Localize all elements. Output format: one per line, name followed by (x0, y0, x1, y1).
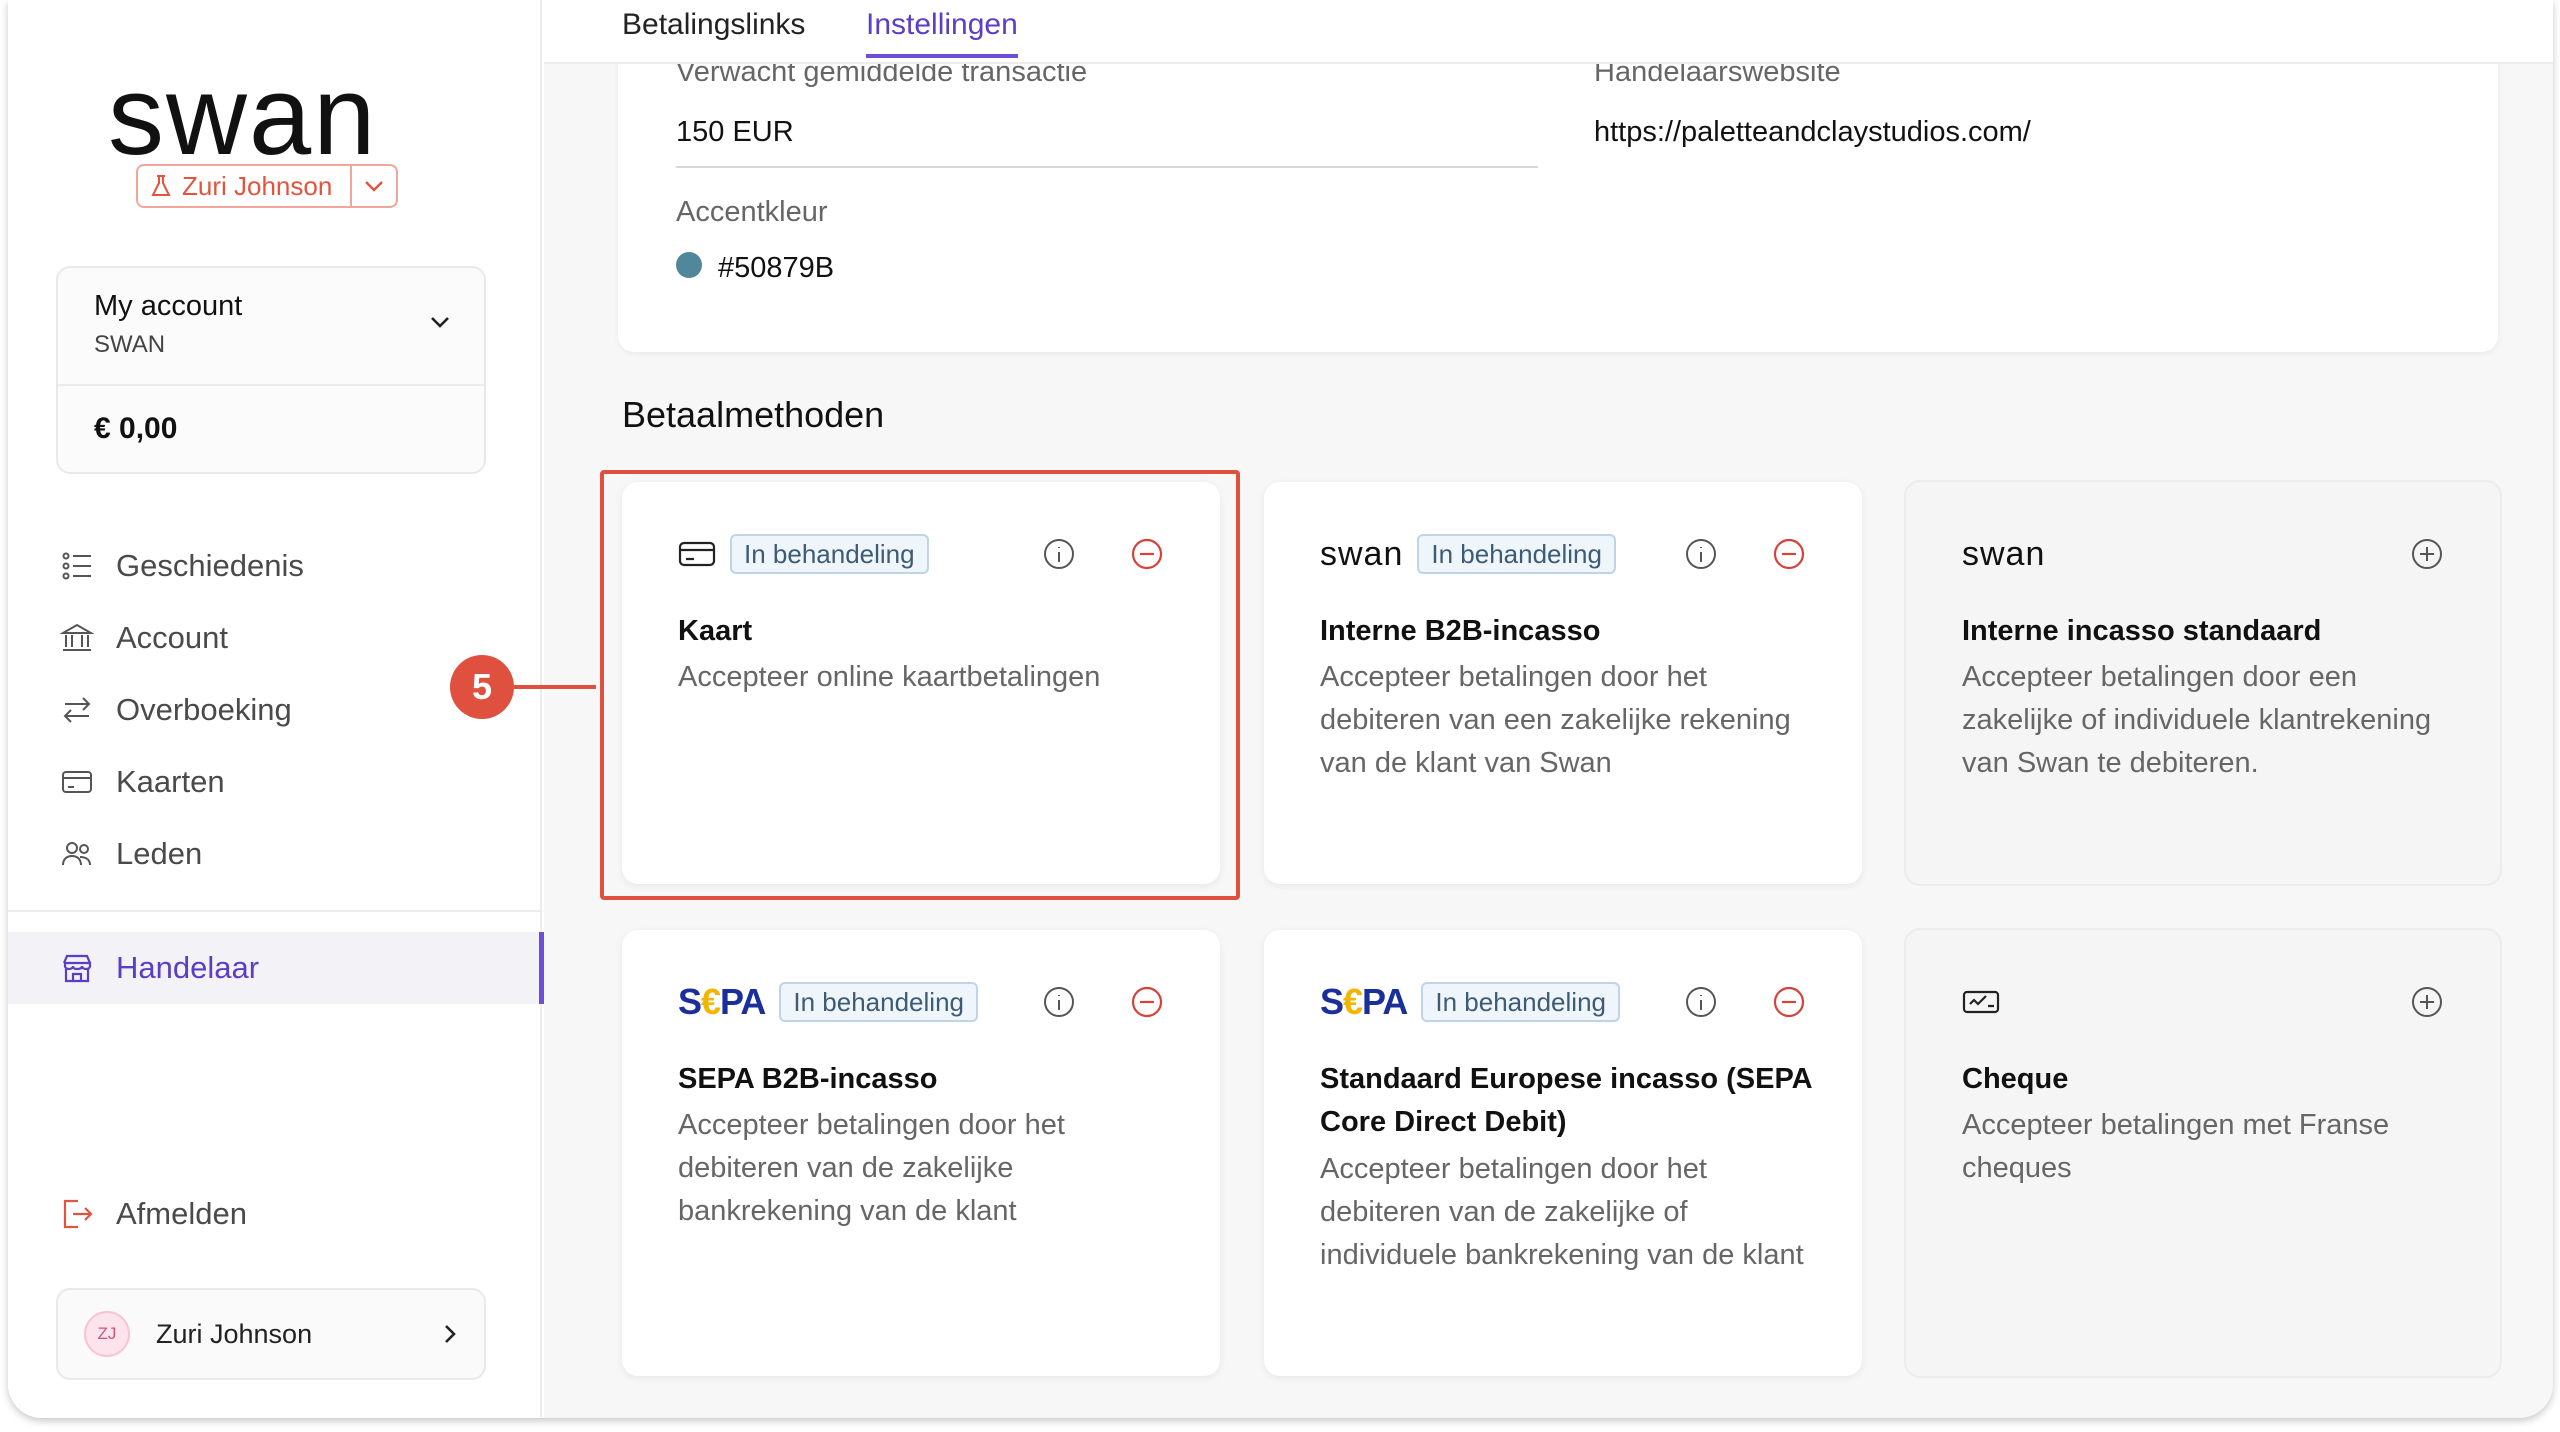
swan-logo: swan (1320, 534, 1404, 573)
sepa-logo: S€PA (1320, 981, 1408, 1022)
payment-method-card: S€PA In behandeling SEPA B2B-incasso Acc… (622, 930, 1220, 1376)
avatar: ZJ (84, 1311, 130, 1357)
flask-icon (151, 175, 171, 196)
tab-instellingen[interactable]: Instellingen (866, 8, 1018, 58)
website-value: https://paletteandclaystudios.com/ (1594, 116, 2031, 148)
status-badge: In behandeling (779, 982, 978, 1022)
payment-method-title: Kaart (678, 615, 753, 647)
chevron-down-icon[interactable] (428, 314, 452, 330)
account-name: My account (94, 290, 243, 322)
nav-item-label: Leden (116, 836, 203, 871)
payment-method-description: Accepteer betalingen door het debiteren … (678, 1109, 1065, 1227)
annotation-step-badge: 5 (450, 655, 514, 719)
payment-method-description: Accepteer betalingen door het debiteren … (1320, 1153, 1804, 1271)
payment-method-title: Interne incasso standaard (1962, 615, 2322, 647)
payment-method-description: Accepteer online kaartbetalingen (678, 661, 1101, 693)
chevron-right-icon (445, 1325, 456, 1343)
merchant-settings-card: Verwacht gemiddelde transactie 150 EUR H… (618, 40, 2498, 352)
info-icon[interactable] (1042, 537, 1076, 571)
card-icon (678, 541, 716, 567)
nav-divider (8, 910, 542, 912)
add-icon[interactable] (2410, 537, 2444, 571)
payment-method-card: Cheque Accepteer betalingen met Franse c… (1904, 928, 2502, 1378)
avg-transaction-value: 150 EUR (676, 116, 794, 148)
swan-logo: swan (108, 53, 378, 178)
user-profile-button[interactable]: ZJ Zuri Johnson (56, 1288, 486, 1380)
payment-method-card: In behandeling Kaart Accepteer online ka… (622, 482, 1220, 884)
account-switcher[interactable]: My account SWAN € 0,00 (56, 266, 486, 474)
remove-icon[interactable] (1130, 537, 1164, 571)
payment-method-title: Interne B2B-incasso (1320, 615, 1601, 647)
payment-method-description: Accepteer betalingen door een zakelijke … (1962, 661, 2432, 779)
field-underline (676, 166, 1538, 168)
accent-color-value: #50879B (718, 252, 835, 284)
nav-item-label: Handelaar (116, 950, 260, 985)
card-icon (62, 771, 92, 793)
account-holder: SWAN (94, 331, 166, 358)
nav-item-label: Overboeking (116, 692, 292, 727)
payment-method-title: Cheque (1962, 1063, 2069, 1095)
payment-method-title: Standaard Europese incasso (SEPA Core Di… (1320, 1063, 1812, 1138)
account-balance: € 0,00 (94, 412, 178, 445)
info-icon[interactable] (1042, 985, 1076, 1019)
main-content: Verwacht gemiddelde transactie 150 EUR H… (544, 0, 2553, 1418)
tab-betalingslinks[interactable]: Betalingslinks (622, 8, 805, 54)
cheque-icon (1962, 990, 2000, 1014)
nav-item-label: Account (116, 620, 229, 655)
main-nav: Geschiedenis Account Overboeking Kaarten… (8, 530, 544, 1004)
accent-color-swatch (676, 252, 702, 278)
shop-icon (62, 954, 92, 983)
logout-button[interactable]: Afmelden (60, 1196, 247, 1232)
app-window: swan Zuri Johnson My account SWAN € 0,00 (8, 0, 2553, 1418)
status-badge: In behandeling (1421, 982, 1620, 1022)
sepa-logo: S€PA (678, 981, 766, 1022)
payment-method-card: S€PA In behandeling Standaard Europese i… (1264, 930, 1862, 1376)
payment-method-card: swan Interne incasso standaard Accepteer… (1904, 480, 2502, 886)
nav-item-leden[interactable]: Leden (8, 818, 542, 890)
logout-label: Afmelden (116, 1196, 247, 1231)
nav-item-kaarten[interactable]: Kaarten (8, 746, 542, 818)
remove-icon[interactable] (1772, 985, 1806, 1019)
annotation-connector (514, 685, 596, 689)
info-icon[interactable] (1684, 537, 1718, 571)
accent-color-label: Accentkleur (676, 196, 828, 228)
user-name: Zuri Johnson (156, 1318, 313, 1349)
nav-item-handelaar[interactable]: Handelaar (8, 932, 544, 1004)
payment-method-title: SEPA B2B-incasso (678, 1063, 938, 1095)
logout-icon (63, 1199, 93, 1229)
payment-method-description: Accepteer betalingen met Franse cheques (1962, 1109, 2390, 1184)
nav-item-label: Geschiedenis (116, 548, 304, 583)
bank-icon (60, 623, 94, 651)
sandbox-user-name: Zuri Johnson (182, 170, 333, 201)
add-icon[interactable] (2410, 985, 2444, 1019)
status-badge: In behandeling (730, 534, 929, 574)
tab-bar: Betalingslinks Instellingen (544, 0, 2553, 64)
transfer-icon (63, 697, 91, 723)
members-icon (62, 842, 91, 866)
payment-method-description: Accepteer betalingen door het debiteren … (1320, 661, 1791, 779)
remove-icon[interactable] (1130, 985, 1164, 1019)
sandbox-dropdown-button[interactable] (352, 166, 396, 206)
sandbox-user-switcher[interactable]: Zuri Johnson (136, 164, 399, 208)
nav-item-label: Kaarten (116, 764, 225, 799)
remove-icon[interactable] (1772, 537, 1806, 571)
payment-method-card: swan In behandeling Interne B2B-incasso … (1264, 482, 1862, 884)
info-icon[interactable] (1684, 985, 1718, 1019)
status-badge: In behandeling (1417, 534, 1616, 574)
payment-methods-title: Betaalmethoden (622, 394, 885, 435)
swan-logo: swan (1962, 534, 2046, 573)
nav-item-geschiedenis[interactable]: Geschiedenis (8, 530, 542, 602)
chevron-down-icon (365, 181, 384, 192)
list-icon (62, 552, 91, 580)
